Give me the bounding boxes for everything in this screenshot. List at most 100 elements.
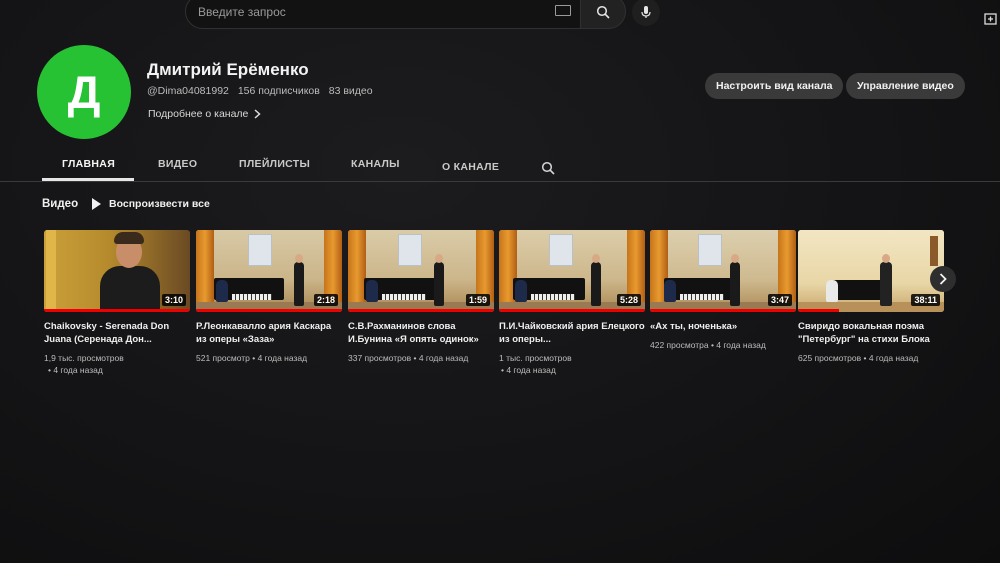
video-thumbnail[interactable]: 3:47 [650,230,796,312]
video-views: 337 просмотров [348,353,412,363]
section-title[interactable]: Видео [42,198,78,210]
thumb-singer-head [295,254,303,263]
thumb-window [248,234,272,266]
thumb-singer-body [100,266,160,312]
video-title[interactable]: Chaikovsky - Serenada Don Juana (Серенад… [44,320,190,346]
thumb-singer-head [882,254,890,263]
watch-progress [44,309,190,312]
manage-videos-button[interactable]: Управление видео [846,73,965,99]
video-title[interactable]: Свиридо вокальная поэма "Петербург" на с… [798,320,944,346]
tab-home[interactable]: ГЛАВНАЯ [62,158,115,170]
watch-progress [196,309,342,312]
video-card[interactable]: 3:47 «Ах ты, ноченька» 422 просмотра • 4… [650,230,796,351]
customize-channel-button[interactable]: Настроить вид канала [705,73,844,99]
video-views: 521 просмотр [196,353,250,363]
video-title[interactable]: С.В.Рахманинов слова И.Бунина «Я опять о… [348,320,494,346]
video-title[interactable]: «Ах ты, ноченька» [650,320,796,333]
video-age: • 4 года назад [863,353,919,363]
thumb-singer-head [731,254,739,263]
watch-progress [650,309,796,312]
video-duration: 5:28 [616,294,641,306]
thumb-singer [294,262,304,306]
keyboard-icon[interactable] [555,5,571,16]
thumb-singer-hair [114,232,144,244]
search-placeholder: Введите запрос [198,4,286,19]
video-meta: 337 просмотров • 4 года назад [348,352,494,364]
watch-progress [499,309,645,312]
video-title[interactable]: Р.Леонкавалло ария Каскара из оперы «Заз… [196,320,342,346]
video-duration: 2:18 [313,294,338,306]
video-card[interactable]: 5:28 П.И.Чайковский ария Елецкого из опе… [499,230,645,376]
thumb-curtain [348,230,366,312]
thumb-singer-head [435,254,443,263]
search-input[interactable]: Введите запрос [185,0,582,29]
thumb-pianist [515,280,527,302]
watch-progress [348,309,494,312]
tabs-divider [0,181,1000,182]
video-meta: 521 просмотр • 4 года назад [196,352,342,364]
video-thumbnail[interactable]: 5:28 [499,230,645,312]
channel-about-link[interactable]: Подробнее о канале [148,108,262,120]
chevron-right-icon [939,273,947,285]
play-all-label: Воспроизвести все [109,198,210,210]
thumb-window [398,234,422,266]
channel-meta: @Dima04081992 156 подписчиков 83 видео [147,85,379,97]
carousel-next-button[interactable] [930,266,956,292]
thumb-window [698,234,722,266]
video-thumbnail[interactable]: 1:59 [348,230,494,312]
thumb-curtain [196,230,214,312]
channel-avatar[interactable]: Д [37,45,131,139]
channel-search-icon[interactable] [541,161,555,175]
thumb-singer [880,262,892,306]
tab-playlists[interactable]: ПЛЕЙЛИСТЫ [239,158,310,170]
video-card[interactable]: 38:11 Свиридо вокальная поэма "Петербург… [798,230,944,364]
channel-handle: @Dima04081992 [147,85,229,97]
video-age: • 4 года назад [48,365,103,375]
tab-videos[interactable]: ВИДЕО [158,158,197,170]
voice-search-button[interactable] [632,0,660,26]
thumb-piano-keys [680,294,724,300]
video-meta: 422 просмотра • 4 года назад [650,339,796,351]
thumb-singer [434,262,444,306]
channel-name: Дмитрий Ерёменко [147,60,309,79]
channel-tabs: ГЛАВНАЯ ВИДЕО ПЛЕЙЛИСТЫ КАНАЛЫ О КАНАЛЕ [0,150,1000,182]
play-icon [92,198,101,210]
microphone-icon [641,6,651,18]
video-views: 1 тыс. просмотров [499,353,572,363]
watch-progress [798,309,839,312]
thumb-pianist [216,280,228,302]
video-thumbnail[interactable]: 38:11 [798,230,944,312]
video-age: • 4 года назад [413,353,469,363]
video-duration: 3:10 [161,294,186,306]
video-duration: 1:59 [465,294,490,306]
avatar-letter: Д [67,66,101,118]
thumb-singer-head [592,254,600,263]
video-duration: 38:11 [911,294,940,306]
video-duration: 3:47 [767,294,792,306]
video-thumbnail[interactable]: 3:10 [44,230,190,312]
tab-about[interactable]: О КАНАЛЕ [442,161,499,173]
thumb-decor [930,236,938,266]
search-button[interactable] [580,0,626,29]
video-views: 1,9 тыс. просмотров [44,353,124,363]
video-meta: 1,9 тыс. просмотров • 4 года назад [44,352,190,376]
create-video-icon[interactable] [984,12,998,26]
video-meta: 1 тыс. просмотров • 4 года назад [499,352,645,376]
tab-channels[interactable]: КАНАЛЫ [351,158,400,170]
video-views: 422 просмотра [650,340,709,350]
thumb-window [549,234,573,266]
video-views: 625 просмотров [798,353,862,363]
video-title[interactable]: П.И.Чайковский ария Елецкого из оперы... [499,320,645,346]
thumb-pianist [826,280,838,302]
video-age: • 4 года назад [710,340,766,350]
video-card[interactable]: 2:18 Р.Леонкавалло ария Каскара из оперы… [196,230,342,364]
subscriber-count: 156 подписчиков [237,85,320,97]
thumb-pianist [664,280,676,302]
play-all-button[interactable]: Воспроизвести все [92,198,210,210]
video-card[interactable]: 1:59 С.В.Рахманинов слова И.Бунина «Я оп… [348,230,494,364]
video-meta: 625 просмотров • 4 года назад [798,352,944,364]
video-card[interactable]: 3:10 Chaikovsky - Serenada Don Juana (Се… [44,230,190,376]
video-thumbnail[interactable]: 2:18 [196,230,342,312]
thumb-singer [730,262,740,306]
thumb-pianist [366,280,378,302]
